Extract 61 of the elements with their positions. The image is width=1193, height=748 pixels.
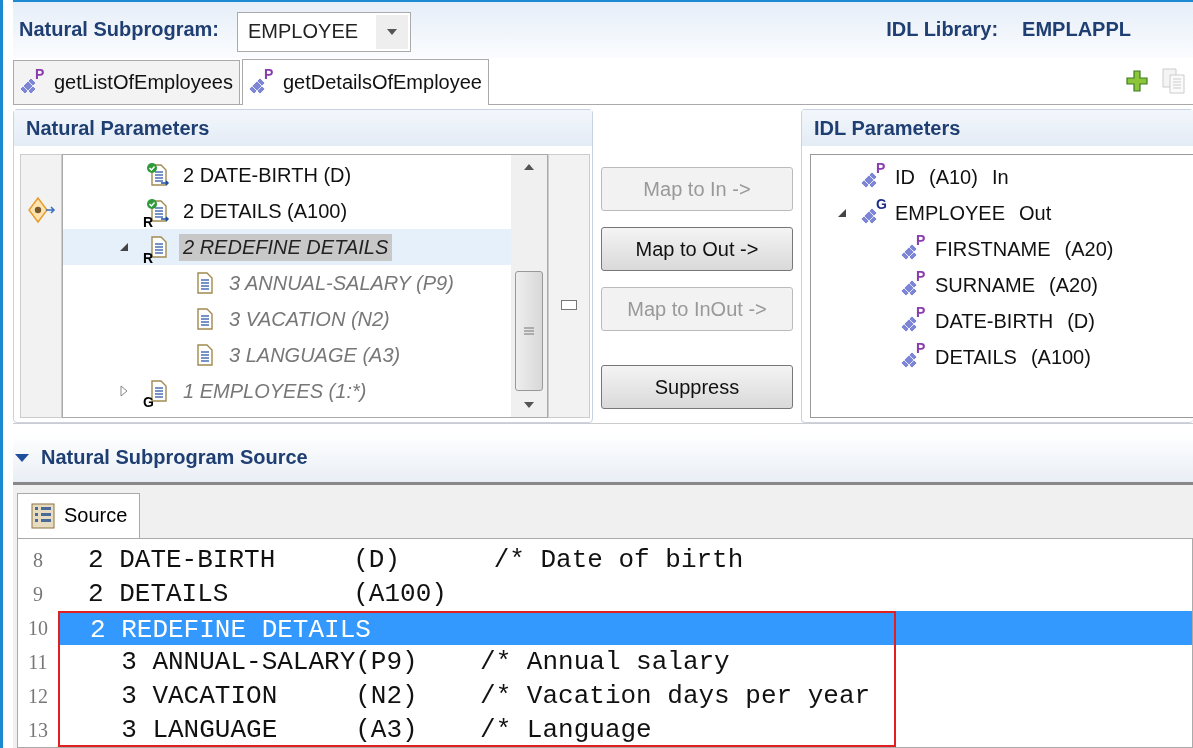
line-number: 12: [27, 684, 49, 709]
library-name: EMPLAPPL: [1022, 18, 1131, 42]
parameter-direction: In: [991, 165, 1009, 189]
parameter-label: 2 REDEFINE DETAILS: [179, 233, 393, 261]
subprogram-dropdown[interactable]: EMPLOYEE: [237, 11, 412, 52]
code-line: 3 LANGUAGE (A3) /* Language: [58, 713, 896, 747]
parameter-label: 3 LANGUAGE (A3): [228, 342, 402, 368]
code-line: 3 VACATION (N2) /* Vacation days per year: [58, 679, 896, 713]
map-button[interactable]: Map to Out ->: [601, 227, 793, 272]
parameter-direction: Out: [1019, 201, 1052, 225]
line-number: 8: [32, 548, 44, 573]
tree-row[interactable]: R 2 REDEFINE DETAILS: [63, 229, 511, 266]
source-icon: [30, 502, 56, 530]
method-tab[interactable]: P getListOfEmployees: [13, 60, 240, 105]
parameter-type: (A20): [1064, 237, 1114, 261]
panel-title: Natural Parameters: [14, 110, 592, 147]
parameter-type: (A20): [1049, 273, 1098, 297]
map-button[interactable]: Suppress: [601, 365, 793, 410]
panel-title: IDL Parameters: [802, 110, 1193, 147]
scrollbar[interactable]: [511, 155, 547, 417]
subprogram-label: Natural Subprogram:: [19, 18, 220, 42]
expanded-arrow-icon[interactable]: [15, 452, 29, 463]
library-label: IDL Library:: [886, 18, 999, 42]
parameter-name[interactable]: SURNAME: [935, 273, 1035, 297]
parameter-label: 2 DETAILS (A100): [182, 198, 349, 224]
parameter-name[interactable]: DETAILS: [935, 345, 1017, 369]
line-number: 10: [27, 616, 49, 641]
parameter-label: 2 DATE-BIRTH (D): [182, 162, 353, 188]
dropdown-caret-icon: [387, 28, 398, 35]
parameter-label: 3 VACATION (N2): [228, 306, 391, 332]
parameter-name[interactable]: FIRSTNAME: [935, 237, 1051, 261]
section-title: Natural Subprogram Source: [41, 446, 308, 470]
parameter-label: 3 ANNUAL-SALARY (P9): [228, 270, 455, 296]
parameter-label: 1 EMPLOYEES (1:*): [182, 378, 368, 404]
parameter-type: (A100): [1030, 345, 1091, 369]
method-tab[interactable]: P getDetailsOfEmployee: [242, 59, 489, 106]
parameter-name[interactable]: DATE-BIRTH: [935, 309, 1054, 333]
source-tab[interactable]: Source: [17, 493, 141, 538]
code-line: 2 DATE-BIRTH (D) /* Date of birth: [87, 544, 745, 577]
minimize-icon[interactable]: [561, 300, 577, 311]
scroll-up-arrow-icon[interactable]: [523, 163, 535, 172]
tree-row[interactable]: 2 DATE-BIRTH (D): [63, 157, 511, 194]
scroll-down-arrow-icon[interactable]: [523, 400, 535, 409]
grip-icon[interactable]: [524, 325, 534, 336]
line-number: 9: [32, 582, 44, 607]
parameter-name[interactable]: EMPLOYEE: [895, 201, 1006, 225]
tree-row[interactable]: 3 VACATION (N2): [63, 301, 511, 338]
tree-row[interactable]: G 1 EMPLOYEES (1:*): [63, 373, 511, 410]
code-line: 2 DETAILS (A100): [87, 578, 448, 611]
line-number: 11: [27, 650, 49, 675]
parameter-name[interactable]: ID: [895, 165, 915, 189]
code-line: 3 ANNUAL-SALARY(P9) /* Annual salary: [58, 645, 896, 679]
code-line: 2 REDEFINE DETAILS: [58, 611, 896, 645]
code-editor[interactable]: 8 2 DATE-BIRTH (D) /* Date of birth 9 2 DETAILS (A100) 10 2 REDEFINE DETAILS 11 3 ANNUAL-SALARY(P9) /* Annual salary 12 3 VACATION (N2) /* Vacation days per year 13 3 LANGUAGE (A3) /* Language: [17, 538, 1193, 748]
parameter-type: (D): [1067, 309, 1095, 333]
tree-row[interactable]: 3 ANNUAL-SALARY (P9): [63, 265, 511, 302]
parameter-type: (A10): [929, 165, 978, 189]
line-number: 13: [27, 718, 49, 743]
tree-row[interactable]: R 2 DETAILS (A100): [63, 193, 511, 230]
tree-row[interactable]: 3 LANGUAGE (A3): [63, 337, 511, 374]
add-icon[interactable]: [1125, 68, 1149, 93]
